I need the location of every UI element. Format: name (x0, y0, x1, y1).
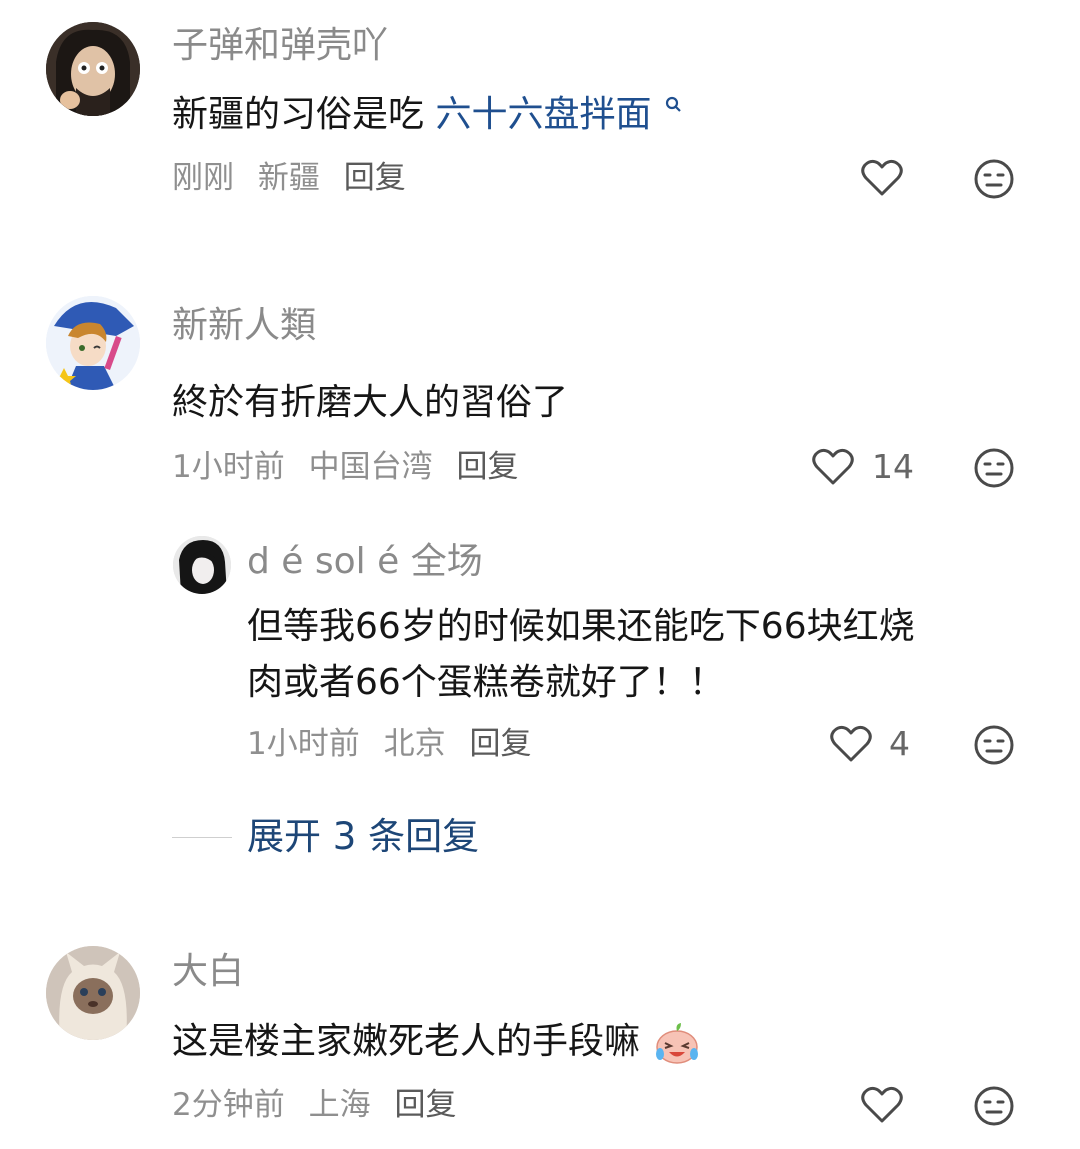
reply-button[interactable]: 回复 (456, 449, 518, 485)
expand-divider (172, 837, 232, 838)
avatar-image (46, 946, 140, 1040)
comment-meta: 1小时前 中国台湾 回复 (172, 447, 532, 487)
meh-face-icon[interactable] (973, 158, 1015, 200)
reply-text-line-2: 肉或者66个蛋糕卷就好了！！ (247, 662, 725, 703)
like-count: 14 (872, 447, 914, 486)
reply-meta: 1小时前 北京 回复 (247, 724, 545, 764)
comment-text: 終於有折磨大人的習俗了 (172, 382, 569, 423)
avatar-image (173, 536, 231, 594)
meh-face-icon[interactable] (973, 447, 1015, 489)
reply-avatar[interactable] (173, 536, 231, 594)
comment-body: 新疆的习俗是吃 (172, 94, 425, 135)
avatar[interactable] (46, 946, 140, 1040)
expand-replies-button[interactable]: 展开 3 条回复 (247, 814, 479, 860)
avatar-image (46, 296, 140, 390)
reply-username-text[interactable]: d é sol é (247, 541, 399, 582)
reply-button[interactable]: 回复 (469, 726, 531, 762)
comment-location: 上海 (308, 1087, 371, 1123)
meh-face-icon[interactable] (973, 724, 1015, 766)
reply-button[interactable]: 回复 (394, 1087, 456, 1123)
comment-meta: 刚刚 新疆 回复 (172, 158, 420, 198)
like-count: 4 (889, 724, 910, 763)
username[interactable]: 新新人類 (172, 304, 316, 348)
avatar[interactable] (46, 22, 140, 116)
reply-username[interactable]: d é sol é 全场 (247, 540, 483, 584)
heart-icon[interactable] (829, 724, 873, 764)
comment-location: 中国台湾 (308, 449, 433, 485)
comment-time: 刚刚 (172, 160, 234, 196)
comment-location: 新疆 (257, 160, 320, 196)
comment-body: 这是楼主家嫩死老人的手段嘛 (172, 1021, 641, 1062)
username[interactable]: 大白 (172, 950, 244, 994)
comment-text: 新疆的习俗是吃 六十六盘拌面 (172, 92, 683, 138)
comment-text: 这是楼主家嫩死老人的手段嘛 (172, 1019, 701, 1065)
comment-meta: 2分钟前 上海 回复 (172, 1085, 470, 1125)
search-icon[interactable] (663, 94, 683, 118)
reply-tag: 全场 (410, 541, 483, 582)
avatar-image (46, 22, 140, 116)
search-link[interactable]: 六十六盘拌面 (435, 94, 651, 135)
meh-face-icon[interactable] (973, 1085, 1015, 1127)
heart-icon[interactable] (860, 158, 904, 198)
reply-button[interactable]: 回复 (344, 160, 406, 196)
avatar[interactable] (46, 296, 140, 390)
comment-time: 2分钟前 (172, 1087, 285, 1123)
reply-location: 北京 (383, 726, 446, 762)
reply-text-line-1: 但等我66岁的时候如果还能吃下66块红烧 (247, 606, 915, 647)
username[interactable]: 子弹和弹壳吖 (172, 24, 388, 68)
reply-time: 1小时前 (247, 726, 360, 762)
heart-icon[interactable] (811, 447, 855, 487)
crying-laughing-emoji-icon (656, 1023, 699, 1064)
comment-time: 1小时前 (172, 449, 285, 485)
heart-icon[interactable] (860, 1085, 904, 1125)
